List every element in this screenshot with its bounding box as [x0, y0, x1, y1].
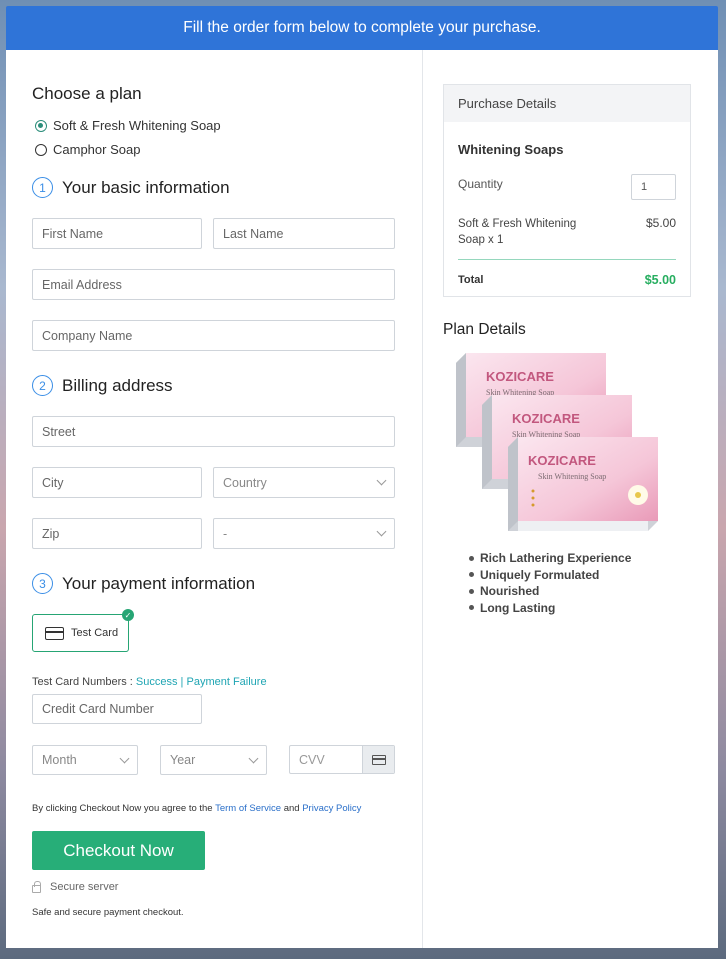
city-field[interactable]: City — [32, 467, 202, 498]
test-card-numbers-label: Test Card Numbers : — [32, 676, 136, 688]
plan-details-title: Plan Details — [443, 321, 526, 338]
purchase-details-header: Purchase Details — [444, 85, 690, 122]
step-number: 1 — [32, 177, 53, 198]
line-item: Soft & Fresh Whitening Soap x 1 — [458, 218, 577, 246]
chevron-down-icon — [248, 753, 259, 763]
cvv-field[interactable]: CVV — [289, 745, 395, 774]
purchase-details-box: Purchase Details Whitening Soaps Quantit… — [443, 84, 691, 297]
quantity-input[interactable]: 1 — [631, 174, 676, 200]
total-divider — [458, 259, 676, 260]
state-select-value: - — [223, 526, 228, 541]
cvv-placeholder: CVV — [299, 752, 325, 767]
line-item-price: $5.00 — [645, 216, 676, 230]
soap-box-front: KOZICARE Skin Whitening Soap — [508, 437, 658, 531]
plan-option-camphor[interactable]: Camphor Soap — [35, 142, 140, 157]
check-icon: ✓ — [122, 609, 134, 621]
secure-server-label: Secure server — [50, 881, 119, 893]
chevron-down-icon — [119, 753, 130, 763]
test-card-numbers: Test Card Numbers : Success | Payment Fa… — [32, 676, 267, 688]
choose-plan-heading: Choose a plan — [32, 84, 142, 103]
step-number: 2 — [32, 375, 53, 396]
column-divider — [422, 50, 423, 948]
plan-option-label: Soft & Fresh Whitening Soap — [53, 118, 221, 133]
bullet-icon — [469, 588, 474, 594]
step-billing: 2 Billing address — [32, 375, 173, 396]
test-card-option[interactable]: Test Card ✓ — [32, 609, 134, 652]
checkout-now-button[interactable]: Checkout Now — [32, 831, 205, 870]
step-basic-info: 1 Your basic information — [32, 177, 230, 198]
agree-prefix: By clicking Checkout Now you agree to th… — [32, 803, 216, 814]
bullet-icon — [469, 605, 474, 611]
payment-failure-link[interactable]: Payment Failure — [186, 676, 266, 688]
year-select-value: Year — [170, 753, 196, 767]
total-value: $5.00 — [644, 273, 676, 287]
zip-field[interactable]: Zip — [32, 518, 202, 549]
feature-text: Long Lasting — [480, 600, 556, 615]
svg-text:KOZICARE: KOZICARE — [486, 369, 554, 384]
credit-card-number-field[interactable]: Credit Card Number — [32, 694, 202, 724]
radio-unselected-icon[interactable] — [35, 143, 47, 156]
chevron-down-icon — [376, 475, 387, 486]
country-select-value: Country — [223, 475, 267, 490]
order-form-card: Choose a plan Soft & Fresh Whitening Soa… — [6, 50, 718, 948]
test-card-label: Test Card — [71, 627, 119, 639]
feature-text: Nourished — [480, 584, 540, 598]
secure-server: Secure server — [32, 880, 119, 893]
success-link[interactable]: Success — [136, 676, 178, 688]
agree-and: and — [281, 803, 303, 814]
step-payment: 3 Your payment information — [32, 573, 255, 594]
street-field[interactable]: Street — [32, 416, 395, 447]
state-select[interactable]: - — [213, 518, 395, 549]
safe-checkout-text: Safe and secure payment checkout. — [32, 907, 184, 918]
first-name-field[interactable]: First Name — [32, 218, 202, 249]
product-name: Whitening Soaps — [458, 142, 564, 157]
feature-item: Rich Lathering Experience — [469, 550, 631, 567]
quantity-label: Quantity — [458, 177, 503, 191]
soap-product-image: KOZICARE Skin Whitening Soap KOZICARE Sk… — [456, 353, 658, 531]
radio-selected-icon[interactable] — [35, 119, 47, 132]
privacy-link[interactable]: Privacy Policy — [302, 803, 361, 814]
credit-card-icon — [45, 626, 64, 640]
step-title: Your payment information — [62, 573, 256, 593]
feature-item: Nourished — [469, 583, 631, 600]
plan-option-soft-fresh[interactable]: Soft & Fresh Whitening Soap — [35, 118, 221, 133]
feature-item: Uniquely Formulated — [469, 567, 631, 584]
feature-text: Uniquely Formulated — [480, 567, 600, 582]
chevron-down-icon — [376, 526, 387, 537]
last-name-field[interactable]: Last Name — [213, 218, 395, 249]
svg-text:KOZICARE: KOZICARE — [512, 411, 580, 426]
step-title: Billing address — [62, 375, 173, 395]
terms-agreement: By clicking Checkout Now you agree to th… — [32, 803, 361, 814]
country-select[interactable]: Country — [213, 467, 395, 498]
total-label: Total — [458, 274, 484, 286]
feature-item: Long Lasting — [469, 600, 631, 617]
year-select[interactable]: Year — [160, 745, 267, 775]
card-back-icon — [362, 746, 394, 773]
top-banner: Fill the order form below to complete yo… — [6, 6, 718, 50]
bullet-icon — [469, 555, 474, 561]
lock-icon — [32, 880, 41, 893]
plan-option-label: Camphor Soap — [53, 142, 141, 157]
step-number: 3 — [32, 573, 53, 594]
company-field[interactable]: Company Name — [32, 320, 395, 351]
svg-text:KOZICARE: KOZICARE — [528, 453, 596, 468]
step-title: Your basic information — [62, 177, 230, 197]
month-select-value: Month — [42, 753, 77, 767]
month-select[interactable]: Month — [32, 745, 138, 775]
svg-text:Skin Whitening Soap: Skin Whitening Soap — [538, 472, 606, 481]
plan-features-list: Rich Lathering Experience Uniquely Formu… — [469, 550, 631, 616]
bullet-icon — [469, 572, 474, 578]
terms-link[interactable]: Term of Service — [215, 803, 281, 814]
feature-text: Rich Lathering Experience — [480, 551, 632, 565]
email-field[interactable]: Email Address — [32, 269, 395, 300]
